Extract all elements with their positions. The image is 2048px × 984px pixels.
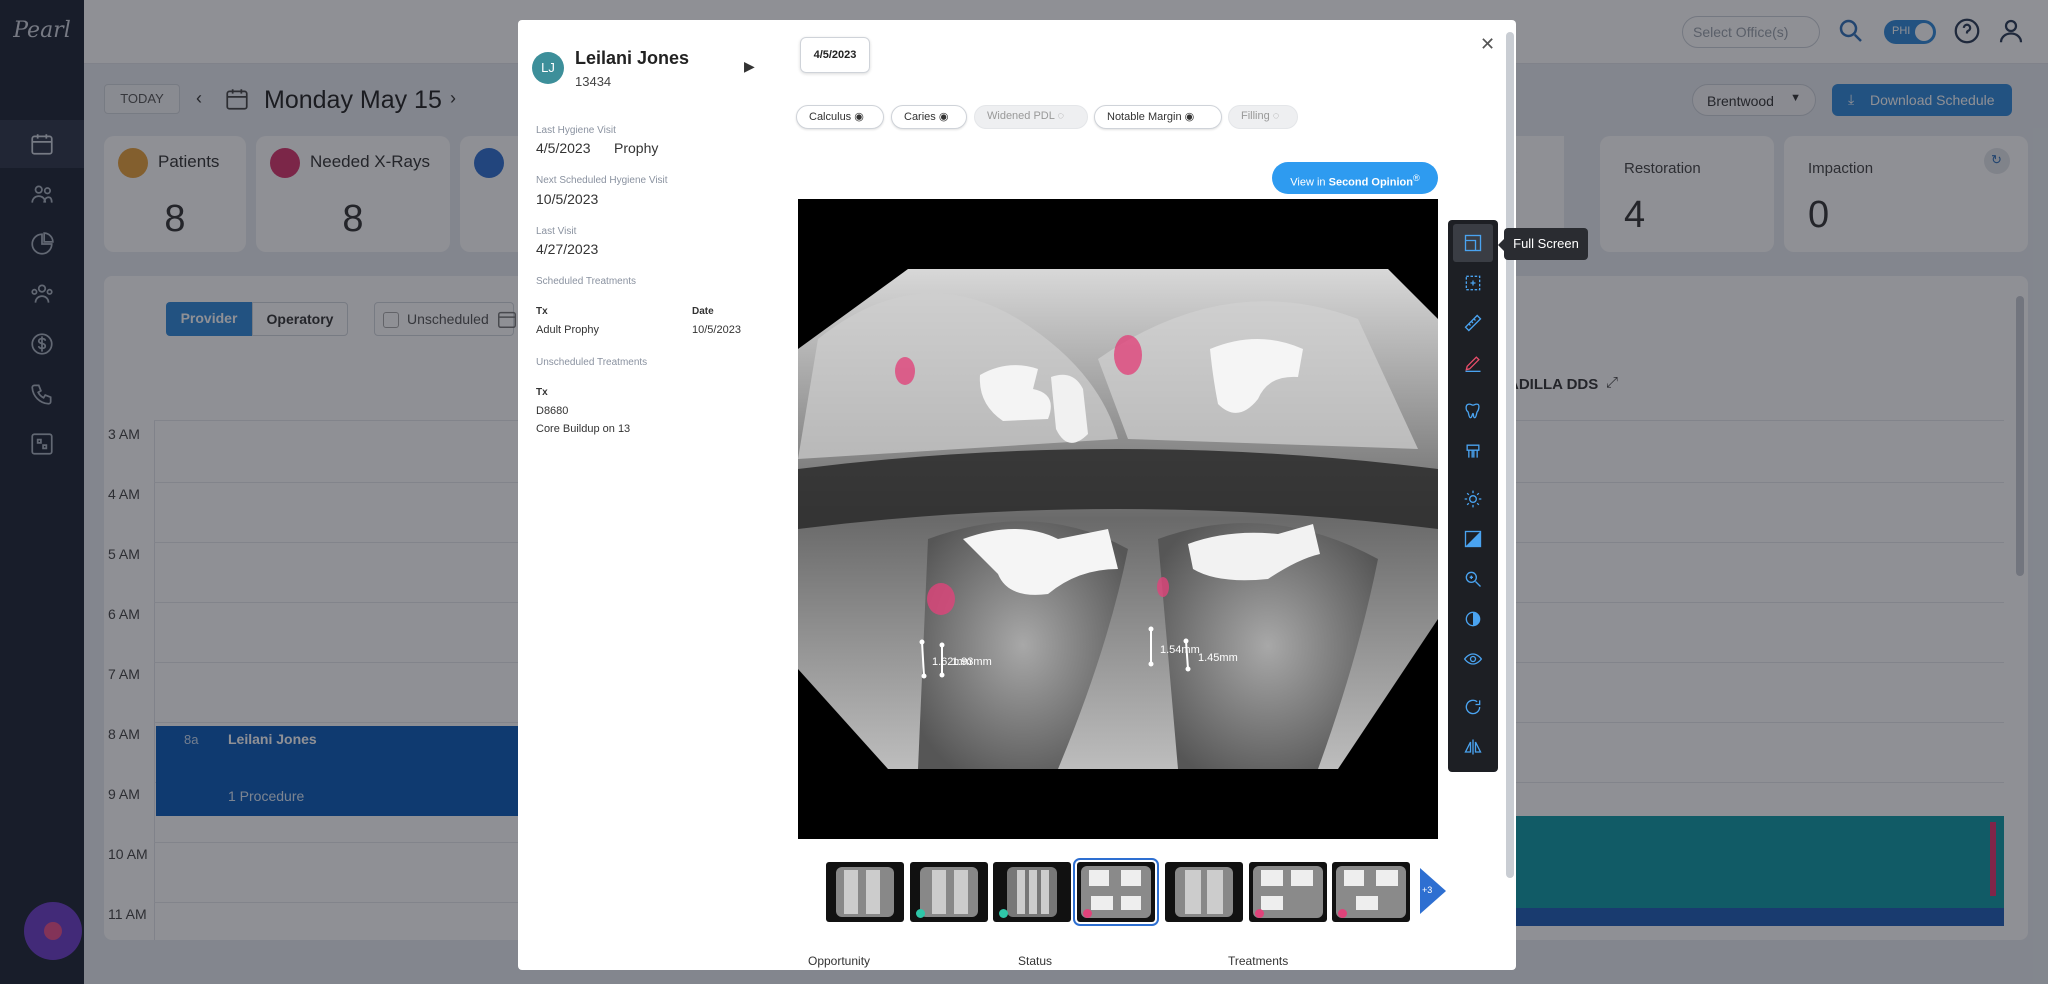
more-thumbnails-count: +3 xyxy=(1422,885,1433,895)
rotate-icon xyxy=(1465,699,1481,715)
column-header-opportunity: Opportunity xyxy=(808,954,871,968)
next-hygiene-label: Next Scheduled Hygiene Visit xyxy=(536,175,668,186)
xray-thumbnail[interactable] xyxy=(1332,862,1410,922)
tooth-outline-icon xyxy=(1466,444,1480,458)
xray-toolbar xyxy=(1448,220,1498,772)
last-hygiene-date: 4/5/2023 xyxy=(536,140,591,156)
annotate-tool[interactable] xyxy=(1453,344,1493,382)
caries-dot xyxy=(1255,909,1264,918)
rotate-tool[interactable] xyxy=(1453,688,1493,726)
brightness-icon xyxy=(1464,490,1482,508)
filter-label: Caries xyxy=(904,111,936,123)
last-visit-label: Last Visit xyxy=(536,226,577,237)
unscheduled-tx-header: Tx xyxy=(536,387,548,398)
select-region-tool[interactable] xyxy=(1453,264,1493,302)
second-opinion-prefix: View in xyxy=(1290,176,1326,189)
filter-label: Calculus xyxy=(809,111,852,123)
patient-name: Leilani Jones xyxy=(575,48,690,68)
measurement-label: 1.93mm xyxy=(952,656,992,668)
column-header-treatments: Treatments xyxy=(1228,954,1289,968)
caries-dot xyxy=(1083,909,1092,918)
image-date-chip[interactable]: 4/5/2023 xyxy=(800,37,870,73)
full-screen-tool[interactable] xyxy=(1453,224,1493,262)
contrast-tool[interactable] xyxy=(1453,520,1493,558)
last-hygiene-label: Last Hygiene Visit xyxy=(536,125,616,136)
unscheduled-code: D8680 xyxy=(536,405,569,417)
scheduled-tx-header: Tx xyxy=(536,306,548,317)
scheduled-treatments-label: Scheduled Treatments xyxy=(536,276,637,287)
filter-chip-caries[interactable]: Caries ◉ xyxy=(891,105,967,129)
last-hygiene-type: Prophy xyxy=(614,140,659,156)
brightness-tool[interactable] xyxy=(1453,480,1493,518)
scheduled-date-value: 10/5/2023 xyxy=(692,324,741,336)
invert-icon xyxy=(1465,611,1481,627)
column-header-status: Status xyxy=(1018,954,1053,968)
caries-dot xyxy=(1338,909,1347,918)
last-visit-date: 4/27/2023 xyxy=(536,241,599,257)
filter-chip-calculus[interactable]: Calculus ◉ xyxy=(796,105,884,129)
invert-tool[interactable] xyxy=(1453,600,1493,638)
flip-icon xyxy=(1464,739,1482,755)
filter-chip-widened-pdl[interactable]: Widened PDL ◌ xyxy=(974,105,1088,129)
eye-off-icon: ◌ xyxy=(1054,110,1065,122)
app-root: Pearl Select Office(s) PHI TODAY ‹ Monda… xyxy=(0,0,2048,984)
ruler-icon xyxy=(1464,314,1482,332)
measurement-label: 1.54mm xyxy=(1160,644,1200,656)
eye-icon xyxy=(1463,653,1483,665)
more-thumbnails-button[interactable]: +3 xyxy=(1418,866,1448,916)
zoom-icon xyxy=(1465,571,1481,587)
thumbnail-image xyxy=(1175,867,1233,917)
filter-chip-filling[interactable]: Filling ◌ xyxy=(1228,105,1298,129)
measurement-label: 1.45mm xyxy=(1198,652,1238,664)
registered-mark: ® xyxy=(1412,173,1420,183)
scheduled-date-header: Date xyxy=(692,306,714,317)
xray-thumbnail[interactable] xyxy=(910,862,988,922)
select-region-icon xyxy=(1465,275,1481,291)
visibility-tool[interactable] xyxy=(1453,640,1493,678)
zoom-tool[interactable] xyxy=(1453,560,1493,598)
tooltip: Full Screen xyxy=(1498,228,1588,260)
eye-icon: ◉ xyxy=(935,111,949,123)
avatar: LJ xyxy=(532,52,564,84)
patient-details-chevron-icon[interactable]: ▶ xyxy=(744,58,755,75)
unscheduled-treatments-label: Unscheduled Treatments xyxy=(536,357,648,368)
contrast-square-icon xyxy=(1464,530,1482,548)
xray-thumbnail[interactable] xyxy=(1165,862,1243,922)
patient-id: 13434 xyxy=(575,74,612,89)
eye-icon: ◉ xyxy=(1181,111,1195,123)
unscheduled-description: Core Buildup on 13 xyxy=(536,423,631,435)
second-opinion-button[interactable]: View in Second Opinion® xyxy=(1272,162,1438,194)
tooth-chart-tool[interactable] xyxy=(1453,392,1493,430)
xray-thumbnail[interactable] xyxy=(993,862,1071,922)
ruler-tool[interactable] xyxy=(1453,304,1493,342)
xray-thumbnail[interactable] xyxy=(826,862,904,922)
second-opinion-brand: Second Opinion xyxy=(1328,176,1413,189)
xray-thumbnail[interactable] xyxy=(1249,862,1327,922)
eye-icon: ◉ xyxy=(851,111,864,123)
xray-image xyxy=(798,269,1438,769)
thumbnail-image xyxy=(836,867,894,917)
filter-label: Filling xyxy=(1241,110,1270,122)
next-hygiene-date: 10/5/2023 xyxy=(536,191,599,207)
filter-chip-notable-margin[interactable]: Notable Margin ◉ xyxy=(1094,105,1222,129)
scheduled-tx-value: Adult Prophy xyxy=(536,324,599,336)
eye-off-icon: ◌ xyxy=(1269,110,1280,122)
calculus-dot xyxy=(999,909,1008,918)
tooth-icon xyxy=(1465,403,1480,419)
close-icon[interactable]: ✕ xyxy=(1480,34,1495,55)
xray-viewer[interactable] xyxy=(798,199,1438,839)
filter-label: Notable Margin xyxy=(1107,111,1182,123)
modal-scrollbar[interactable] xyxy=(1506,32,1514,878)
flip-tool[interactable] xyxy=(1453,728,1493,766)
tooth-outline-tool[interactable] xyxy=(1453,432,1493,470)
pencil-icon xyxy=(1465,356,1481,372)
filter-label: Widened PDL xyxy=(987,110,1055,122)
full-screen-icon xyxy=(1464,234,1482,252)
xray-thumbnail-selected[interactable] xyxy=(1073,858,1159,926)
calculus-dot xyxy=(916,909,925,918)
